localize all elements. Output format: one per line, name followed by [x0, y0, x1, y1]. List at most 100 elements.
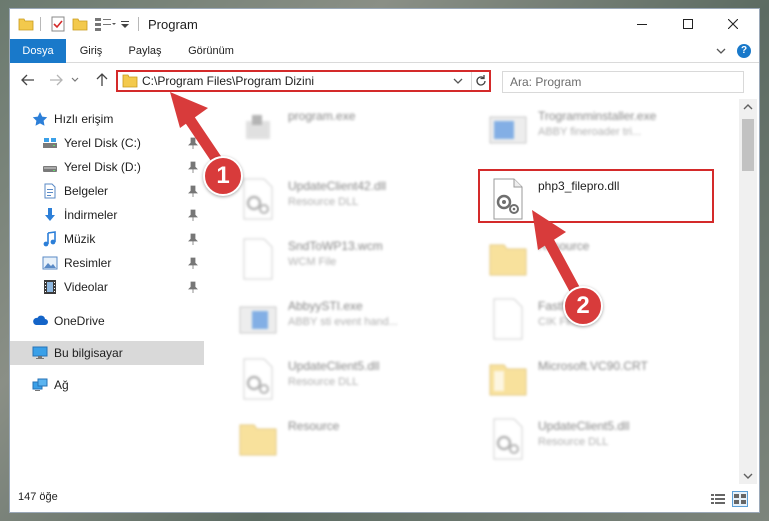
search-input[interactable] — [503, 72, 743, 92]
list-item[interactable]: UpdateClient42.dll Resource DLL — [236, 171, 476, 229]
forward-button[interactable] — [48, 72, 64, 88]
sidebar-item-local-disk-d[interactable]: Yerel Disk (D:) — [10, 155, 204, 179]
list-item[interactable]: UpdateClient5.dll Resource DLL — [486, 411, 726, 469]
dll-icon — [243, 178, 273, 220]
chevron-down-icon — [71, 77, 79, 82]
list-item[interactable]: Trogramminstaller.exe ABBY fineroader tr… — [486, 101, 726, 159]
file-name: Microsoft.VC90.CRT — [538, 359, 648, 373]
list-item[interactable]: SndToWP13.wcm WCM File — [236, 231, 476, 289]
list-item[interactable]: Microsoft.VC90.CRT — [486, 351, 726, 409]
refresh-button[interactable] — [471, 72, 489, 90]
chevron-down-icon[interactable] — [452, 76, 464, 86]
list-item[interactable]: Resource — [486, 231, 726, 289]
minimize-button[interactable] — [619, 9, 665, 39]
file-name: AbbyySTI.exe — [288, 299, 363, 313]
help-button[interactable]: ? — [737, 44, 751, 58]
sidebar-item-this-pc[interactable]: Bu bilgisayar — [10, 341, 204, 365]
app-window-icon — [239, 306, 277, 334]
folder-icon — [18, 18, 34, 31]
computer-icon — [32, 346, 48, 359]
file-type: WCM File — [288, 256, 337, 268]
arrow-left-icon — [21, 74, 34, 86]
list-item[interactable]: program.exe — [236, 101, 476, 159]
highlight-box — [478, 169, 714, 223]
minimize-icon — [637, 24, 647, 25]
sidebar-item-documents[interactable]: Belgeler — [10, 179, 204, 203]
refresh-icon — [475, 75, 486, 86]
sidebar-item-network[interactable]: Ağ — [10, 373, 204, 397]
tab-home[interactable]: Giriş — [70, 39, 112, 63]
exe-icon — [246, 115, 270, 139]
sidebar-item-label: Bu bilgisayar — [54, 346, 123, 360]
dll-icon — [493, 418, 523, 460]
address-path[interactable]: C:\Program Files\Program Dizini — [142, 74, 314, 88]
sidebar-item-downloads[interactable]: İndirmeler — [10, 203, 204, 227]
app-window-icon — [489, 116, 527, 144]
sidebar-item-videos[interactable]: Videolar — [10, 275, 204, 299]
scroll-down-icon[interactable] — [743, 472, 753, 480]
view-options-icon[interactable] — [94, 16, 116, 32]
arrow-right-icon — [50, 74, 63, 86]
file-name: UpdateClient42.dll — [288, 179, 387, 193]
sidebar-item-local-disk-c[interactable]: Yerel Disk (C:) — [10, 131, 204, 155]
scroll-up-icon[interactable] — [743, 103, 753, 111]
window-title: Program — [148, 17, 198, 32]
network-icon — [32, 378, 48, 391]
details-view-icon[interactable] — [710, 492, 726, 506]
list-item[interactable]: AbbyySTI.exe ABBY sti event hand... — [236, 291, 476, 349]
close-icon — [728, 19, 738, 29]
sidebar-item-music[interactable]: Müzik — [10, 227, 204, 251]
sidebar-item-label: Videolar — [64, 280, 108, 294]
list-item[interactable]: Resource — [236, 411, 476, 469]
list-item[interactable]: FastN... CIK Fil... — [486, 291, 726, 349]
address-bar[interactable]: C:\Program Files\Program Dizini — [116, 70, 491, 92]
file-type: ABBY fineroader tri... — [538, 126, 642, 138]
sidebar-item-pictures[interactable]: Resimler — [10, 251, 204, 275]
file-name: UpdateClient5.dll — [538, 419, 630, 433]
tab-file[interactable]: Dosya — [10, 39, 66, 63]
folder-icon — [122, 74, 138, 88]
pin-icon[interactable] — [188, 209, 198, 221]
scrollbar-thumb[interactable] — [742, 119, 754, 171]
maximize-button[interactable] — [665, 9, 711, 39]
tab-view[interactable]: Görünüm — [180, 39, 242, 63]
file-type: Resource DLL — [538, 436, 609, 448]
expand-ribbon-icon[interactable] — [714, 44, 728, 58]
pin-icon[interactable] — [188, 257, 198, 269]
sidebar-item-label: Yerel Disk (D:) — [64, 160, 141, 174]
pin-icon[interactable] — [188, 233, 198, 245]
close-button[interactable] — [710, 9, 756, 39]
file-name: Resource — [288, 419, 340, 433]
recent-locations-button[interactable] — [70, 72, 80, 88]
cloud-icon — [33, 315, 48, 325]
pin-icon[interactable] — [188, 281, 198, 293]
sidebar-item-quick-access[interactable]: Hızlı erişim — [10, 107, 204, 131]
sidebar-item-onedrive[interactable]: OneDrive — [10, 309, 204, 333]
new-folder-icon[interactable] — [72, 16, 88, 32]
separator — [40, 17, 41, 31]
pin-icon[interactable] — [188, 161, 198, 173]
music-icon — [43, 231, 56, 247]
folder-icon — [239, 424, 277, 456]
customize-toolbar-icon[interactable] — [120, 16, 130, 32]
file-type: Resource DLL — [288, 376, 359, 388]
drive-icon — [43, 166, 57, 172]
search-box[interactable] — [502, 71, 744, 93]
pin-icon[interactable] — [188, 185, 198, 197]
tab-share[interactable]: Paylaş — [120, 39, 170, 63]
list-item[interactable]: UpdateClient5.dll Resource DLL — [236, 351, 476, 409]
sidebar-item-label: OneDrive — [54, 314, 105, 328]
sidebar-item-label: Hızlı erişim — [54, 112, 114, 126]
large-icons-view-button[interactable] — [732, 491, 748, 507]
file-name: UpdateClient5.dll — [288, 359, 380, 373]
vertical-scrollbar[interactable] — [739, 99, 757, 484]
pin-icon[interactable] — [188, 137, 198, 149]
back-button[interactable] — [20, 72, 36, 88]
star-icon — [32, 112, 48, 126]
up-button[interactable] — [94, 72, 110, 88]
sidebar-item-label: Resimler — [64, 256, 112, 270]
maximize-icon — [683, 19, 693, 29]
file-name: program.exe — [288, 109, 356, 123]
explorer-window: Program Dosya Giriş Paylaş Görünüm ? C:\… — [9, 8, 760, 513]
properties-check-icon[interactable] — [50, 16, 66, 32]
